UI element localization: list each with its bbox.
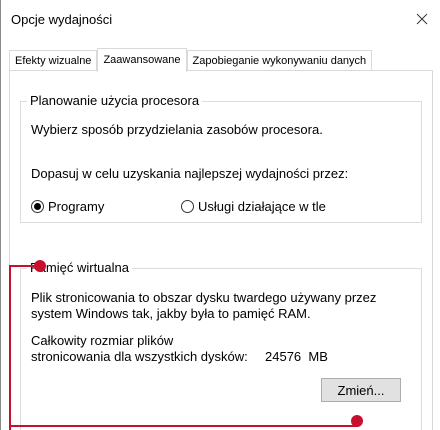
change-button[interactable]: Zmień... <box>321 378 401 402</box>
title-bar: Opcje wydajności <box>1 0 440 42</box>
tab-panel-advanced: Planowanie użycia procesora Wybierz spos… <box>9 70 433 430</box>
radio-programs-circle <box>31 200 44 213</box>
vmem-description-line1: Plik stronicowania to obszar dysku tward… <box>31 290 377 305</box>
radio-services-label: Usługi działające w tle <box>198 199 326 214</box>
cpu-scheduling-title: Planowanie użycia procesora <box>27 93 203 108</box>
window-title: Opcje wydajności <box>11 12 113 27</box>
vmem-total-label-line1: Całkowity rozmiar plików <box>31 333 174 348</box>
cpu-description: Wybierz sposób przydzielania zasobów pro… <box>31 122 323 137</box>
callout-dot-button <box>351 415 363 427</box>
vmem-total-value: 24576 MB <box>265 349 328 364</box>
callout-dot-title <box>34 260 46 272</box>
close-button[interactable] <box>409 6 435 32</box>
tab-advanced[interactable]: Zaawansowane <box>97 48 187 72</box>
radio-selected-dot <box>34 203 41 210</box>
close-icon <box>416 13 428 25</box>
radio-services-circle <box>181 200 194 213</box>
callout-line-vertical <box>9 265 11 430</box>
callout-line-bottom <box>9 425 358 427</box>
virtual-memory-group: Pamięć wirtualna Plik stronicowania to o… <box>20 260 422 430</box>
radio-programs[interactable]: Programy <box>31 199 104 214</box>
radio-background-services[interactable]: Usługi działające w tle <box>181 199 326 214</box>
cpu-prompt: Dopasuj w celu uzyskania najlepszej wyda… <box>31 166 349 181</box>
radio-programs-label: Programy <box>48 199 105 214</box>
performance-options-window: Opcje wydajności Efekty wizualne Zaawans… <box>0 0 440 430</box>
vmem-description-line2: system Windows tak, jakby była to pamięć… <box>31 306 311 321</box>
tab-data-execution-prevention[interactable]: Zapobieganie wykonywaniu danych <box>186 50 373 71</box>
vmem-total-label-line2: stronicowania dla wszystkich dysków: <box>31 349 248 364</box>
tab-strip: Efekty wizualne Zaawansowane Zapobiegani… <box>9 48 373 72</box>
tab-visual-effects[interactable]: Efekty wizualne <box>9 50 98 71</box>
cpu-scheduling-group: Planowanie użycia procesora Wybierz spos… <box>20 93 422 223</box>
